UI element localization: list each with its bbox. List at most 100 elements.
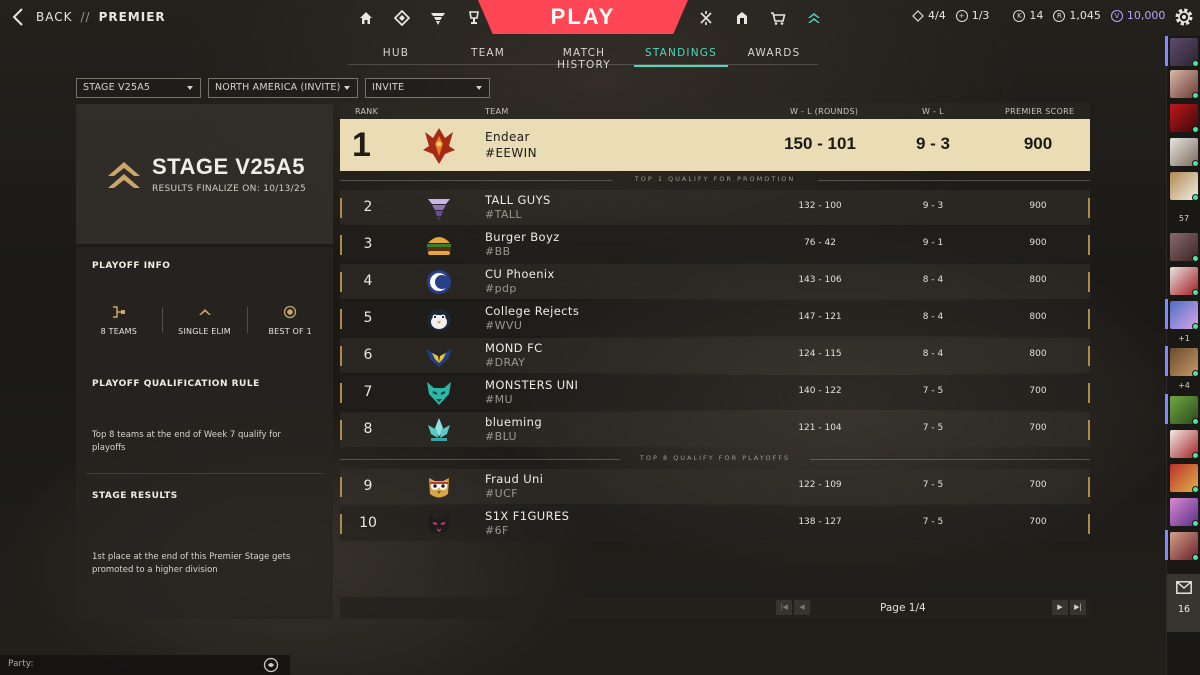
home-icon[interactable] [348,6,384,30]
score-value: 800 [1029,275,1047,285]
back-label: BACK [36,10,73,24]
premier-stage-logo-icon [108,162,140,188]
standings-table: RANK TEAM W - L (ROUNDS) W - L PREMIER S… [340,103,1090,619]
pagination-bar: |◀ ◀ Page 1/4 ▶ ▶| [340,597,1090,619]
playoff-divider-label: TOP 8 QUALIFY FOR PLAYOFFS [639,454,791,462]
mail-button[interactable]: 16 [1167,574,1200,632]
friend-avatar[interactable] [1170,138,1199,167]
score-value: 800 [1029,349,1047,359]
table-row[interactable]: 3 Burger Boyz #BB 76 - 42 9 - 1 900 [340,227,1090,262]
tornado-emblem-icon [428,199,450,221]
wl-rounds-value: 124 - 115 [798,349,842,359]
friend-avatar[interactable] [1170,301,1199,330]
friend-avatar[interactable] [1170,172,1199,201]
team-tag: #WVU [485,319,523,332]
first-page-icon[interactable]: |◀ [776,600,792,615]
table-row[interactable]: 9 Fraud Uni #UCF 122 - 109 7 - 5 700 [340,469,1090,504]
rank-value: 7 [363,384,373,400]
friend-avatar[interactable] [1170,38,1199,67]
mail-count: 16 [1177,604,1191,615]
page-title: PREMIER [98,10,166,24]
division-filter-dropdown[interactable]: INVITE [365,78,490,98]
wl-value: 7 - 5 [922,480,944,490]
party-indicator [1165,530,1168,560]
currency-bar: 4/4 + 1/3 K 14 R 1,045 V 10,000 [912,9,1165,22]
playoff-divider: TOP 8 QUALIFY FOR PLAYOFFS [340,453,1090,465]
wl-rounds-value: 143 - 106 [798,275,842,285]
friend-avatar[interactable] [1170,70,1199,99]
voice-chat-icon[interactable] [263,657,279,673]
rank-value: 1 [352,126,371,164]
elim-stat-label: SINGLE ELIM [178,327,231,336]
friend-avatar[interactable] [1170,396,1199,425]
party-label: Party: [8,659,34,669]
friend-avatar[interactable] [1170,532,1199,561]
party-indicator [1165,394,1168,424]
stage-title: STAGE V25A5 [152,154,306,179]
region-filter-dropdown[interactable]: NORTH AMERICA (INVITE) [208,78,358,98]
table-row[interactable]: 7 MONSTERS UNI #MU 140 - 122 7 - 5 700 [340,375,1090,410]
top-bar: BACK // PREMIER PLAY 4/4 + 1/3 K 14 R 1,… [0,0,1193,36]
wl-rounds-value: 121 - 104 [798,423,842,433]
score-value: 900 [1029,201,1047,211]
wl-rounds-value: 132 - 100 [798,201,842,211]
rank-value: 8 [363,421,373,437]
social-sidebar: 57 +1 +4 16 [1165,36,1200,675]
wings-emblem-icon [426,349,452,367]
friend-avatar[interactable] [1170,104,1199,133]
collection-icon[interactable] [724,6,760,30]
rank-value: 3 [363,236,373,252]
table-row[interactable]: 6 MOND FC #DRAY 124 - 115 8 - 4 800 [340,338,1090,373]
prev-page-icon[interactable]: ◀ [794,600,810,615]
friend-avatar[interactable] [1170,267,1199,296]
ticket-icon [912,9,924,22]
bracket-icon [112,306,125,318]
rank-value: 2 [363,199,373,215]
wl-value: 9 - 3 [922,201,944,211]
caret-down-icon [476,86,482,90]
career-icon[interactable] [384,6,420,30]
stage-card: STAGE V25A5 RESULTS FINALIZE ON: 10/13/2… [76,104,333,244]
friend-avatar[interactable] [1170,348,1199,377]
friend-avatar[interactable] [1170,464,1199,493]
battlepass-icon[interactable] [420,6,456,30]
table-row[interactable]: 5 College Rejects #WVU 147 - 121 8 - 4 8… [340,301,1090,336]
next-page-icon[interactable]: ▶ [1052,600,1068,615]
agents-icon[interactable] [688,6,724,30]
play-button[interactable]: PLAY [478,0,688,34]
party-indicator [1165,346,1168,376]
col-wl-header: W - L [922,107,944,116]
table-row[interactable]: 4 CU Phoenix #pdp 143 - 106 8 - 4 800 [340,264,1090,299]
party-size-a: +1 [1178,334,1190,343]
score-value: 900 [1029,238,1047,248]
table-row-first-place[interactable]: 1 Endear #EEWIN 150 - 101 9 - 3 900 [340,119,1090,171]
burger-emblem-icon [427,237,451,255]
friend-avatar[interactable] [1170,233,1199,262]
team-tag: #BLU [485,430,517,443]
caret-down-icon [187,86,193,90]
nav-right [688,6,832,30]
wl-value: 9 - 1 [922,238,944,248]
radianite-value: 1,045 [1069,9,1101,22]
friend-avatar[interactable] [1170,498,1199,527]
teams-stat-label: 8 TEAMS [100,327,138,336]
stage-filter-dropdown[interactable]: STAGE V25A5 [76,78,201,98]
store-icon[interactable] [760,6,796,30]
party-chat-bar[interactable]: Party: [0,655,290,675]
chevron-up-icon [198,309,211,315]
table-row[interactable]: 8 blueming #BLU 121 - 104 7 - 5 700 [340,412,1090,447]
wolf-emblem-icon [427,382,451,405]
settings-gear-icon[interactable] [1172,5,1196,29]
wl-value: 8 - 4 [922,312,944,322]
wl-value: 7 - 5 [922,386,944,396]
friend-avatar[interactable] [1170,430,1199,459]
premier-icon[interactable] [796,6,832,30]
table-row[interactable]: 10 S1X F1GURES #6F 138 - 127 7 - 5 700 [340,506,1090,541]
rank-value: 5 [363,310,373,326]
table-row[interactable]: 2 TALL GUYS #TALL 132 - 100 9 - 3 900 [340,190,1090,225]
back-button[interactable]: BACK // PREMIER [10,7,166,27]
promotion-divider: TOP 1 QUALIFY FOR PROMOTION [340,174,1090,186]
last-page-icon[interactable]: ▶| [1070,600,1086,615]
caret-down-icon [344,86,350,90]
plus-currency: + 1/3 [955,9,989,22]
